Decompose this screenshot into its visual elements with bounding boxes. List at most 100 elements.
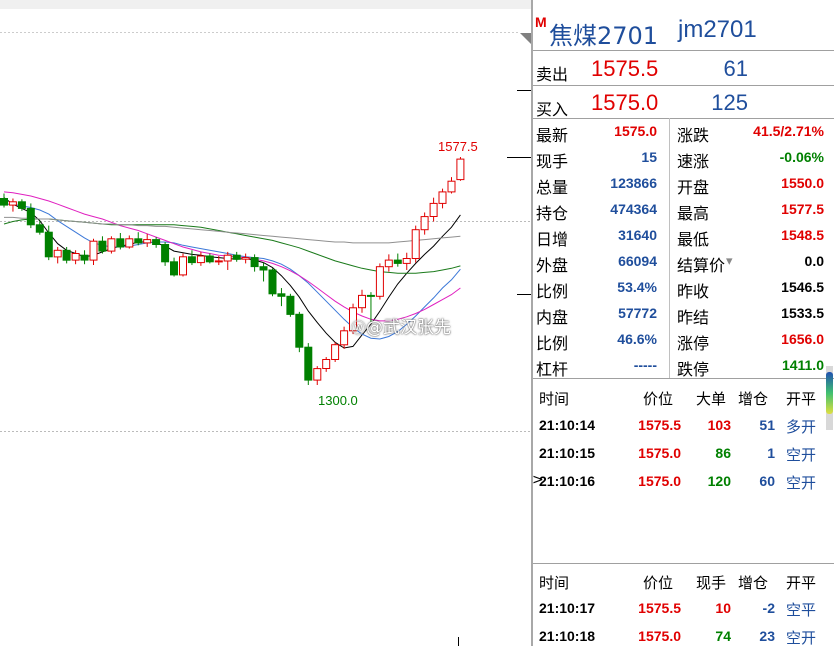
instrument-header: M 焦煤2701 jm2701 <box>533 0 834 50</box>
candle-body <box>116 238 125 248</box>
candlestick-chart[interactable]: 1577.5 1300.0 <box>0 0 531 646</box>
settlement-dropdown-icon[interactable]: ▾ <box>726 254 733 269</box>
bid-price: 1575.0 <box>591 90 659 115</box>
candle-body <box>89 240 98 261</box>
candle-body <box>277 293 286 297</box>
stat-value: 1548.5 <box>781 227 824 243</box>
trade-time: 21:10:14 <box>539 417 596 433</box>
candle[interactable] <box>143 233 152 247</box>
candle-body <box>143 239 152 244</box>
candle[interactable] <box>62 246 71 264</box>
candle[interactable] <box>447 177 456 194</box>
candle[interactable] <box>116 233 125 250</box>
col-header-price: 价位 <box>643 574 674 592</box>
stat-label: 昨收 <box>677 282 710 301</box>
candle[interactable] <box>80 250 89 265</box>
corner-triangle-icon <box>520 33 531 44</box>
candle[interactable] <box>205 253 214 264</box>
candle-body <box>250 257 259 268</box>
candle[interactable] <box>420 212 429 235</box>
candle[interactable] <box>0 193 8 208</box>
candle[interactable] <box>241 253 250 264</box>
low-price-label: 1300.0 <box>318 393 358 408</box>
candle[interactable] <box>456 157 465 181</box>
trade-row[interactable]: 21:10:15 1575.0 86 1 空开 <box>533 441 834 467</box>
bid-qty: 125 <box>711 90 748 115</box>
candle-body <box>420 216 429 231</box>
candle[interactable] <box>402 252 411 270</box>
trade-size: 86 <box>715 445 731 461</box>
trade-row[interactable]: 21:10:16 1575.0 120 60 空开 > <box>532 469 834 495</box>
candle[interactable] <box>384 254 393 272</box>
scrollbar[interactable] <box>825 366 834 430</box>
candle[interactable] <box>125 235 134 249</box>
ask-row[interactable]: 卖出 1575.5 61 <box>533 52 834 84</box>
stat-value: 15 <box>641 149 657 165</box>
candle[interactable] <box>8 198 17 212</box>
trade-oi-change: -2 <box>762 600 775 616</box>
candle[interactable] <box>170 257 178 277</box>
candle-body <box>331 344 340 361</box>
trade-type: 空开 <box>786 629 817 647</box>
candle[interactable] <box>232 251 241 262</box>
candle[interactable] <box>411 225 420 263</box>
instrument-code[interactable]: jm2701 <box>678 16 757 44</box>
stat-label: 最低 <box>677 230 710 249</box>
trade-type: 空开 <box>786 474 817 492</box>
ask-qty: 61 <box>723 56 748 81</box>
candle[interactable] <box>98 236 107 254</box>
candle[interactable] <box>35 220 44 235</box>
trade-type: 多开 <box>786 418 817 436</box>
candle[interactable] <box>268 268 277 297</box>
bid-row[interactable]: 买入 1575.0 125 <box>533 86 834 119</box>
ask-label: 卖出 <box>536 65 569 84</box>
candle[interactable] <box>286 293 295 317</box>
stat-value: ----- <box>633 357 657 373</box>
candle-body <box>17 201 26 209</box>
candle[interactable] <box>304 343 313 385</box>
candle-body <box>322 359 331 369</box>
candle[interactable] <box>161 242 170 266</box>
high-price-label: 1577.5 <box>438 139 478 154</box>
candle[interactable] <box>375 263 384 300</box>
candle-body <box>295 313 304 348</box>
candle[interactable] <box>438 188 447 209</box>
trade-row[interactable]: 21:10:17 1575.5 10 -2 空平 <box>533 596 834 622</box>
candle[interactable] <box>89 238 98 266</box>
candle-body <box>447 180 456 193</box>
candle[interactable] <box>429 197 438 222</box>
candle[interactable] <box>196 251 205 266</box>
big-trades-table: 时间 价位 大单 增仓 开平 21:10:14 1575.5 103 51 多开 21:1… <box>532 380 834 492</box>
candle[interactable] <box>107 236 116 254</box>
candle[interactable] <box>340 326 349 349</box>
trade-row[interactable]: 21:10:14 1575.5 103 51 多开 <box>533 413 834 439</box>
candle[interactable] <box>313 366 322 385</box>
candle[interactable] <box>295 311 304 353</box>
kline-chart-area[interactable]: 1577.5 1300.0 ⓦ@武汉张先 <box>0 0 531 646</box>
scrollbar-thumb[interactable] <box>826 372 833 414</box>
candle[interactable] <box>331 342 340 362</box>
instrument-name[interactable]: 焦煤2701 <box>549 16 658 51</box>
candle[interactable] <box>259 262 268 282</box>
bid-label: 买入 <box>536 100 569 119</box>
candle[interactable] <box>179 253 187 277</box>
candle[interactable] <box>53 246 62 264</box>
col-header-oi-change: 增仓 <box>738 574 769 592</box>
vertical-divider <box>669 118 670 378</box>
candle[interactable] <box>393 253 402 267</box>
trade-row[interactable]: 21:10:18 1575.0 74 23 空开 <box>533 624 834 650</box>
candle[interactable] <box>134 232 143 246</box>
trade-time: 21:10:17 <box>539 600 596 616</box>
candle[interactable] <box>358 289 366 313</box>
candle[interactable] <box>44 225 53 261</box>
candle[interactable] <box>187 250 196 266</box>
trade-price: 1575.0 <box>638 628 681 644</box>
candle[interactable] <box>277 288 286 307</box>
candle[interactable] <box>322 357 331 372</box>
candle-body <box>35 224 44 233</box>
candle[interactable] <box>152 237 161 248</box>
stat-label: 现手 <box>536 152 569 171</box>
candle[interactable] <box>223 251 232 270</box>
candle-body <box>98 240 107 252</box>
candle-body <box>268 269 277 295</box>
